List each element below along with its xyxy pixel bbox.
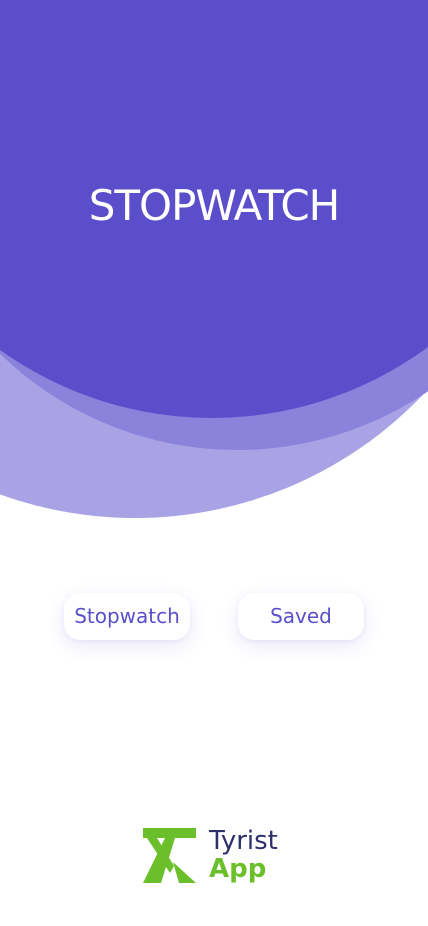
stopwatch-button[interactable]: Stopwatch (64, 593, 190, 640)
hero-waves (0, 0, 428, 518)
page-title: STOPWATCH (88, 181, 341, 230)
hero-header: STOPWATCH (0, 0, 428, 530)
brand-logo: Tyrist App (143, 828, 288, 886)
brand-name-line2: App (209, 854, 267, 884)
brand-name-line1: Tyrist (209, 826, 278, 856)
saved-button[interactable]: Saved (238, 593, 364, 640)
brand-name: Tyrist App (209, 828, 278, 882)
tyrist-logo-icon (143, 828, 196, 883)
